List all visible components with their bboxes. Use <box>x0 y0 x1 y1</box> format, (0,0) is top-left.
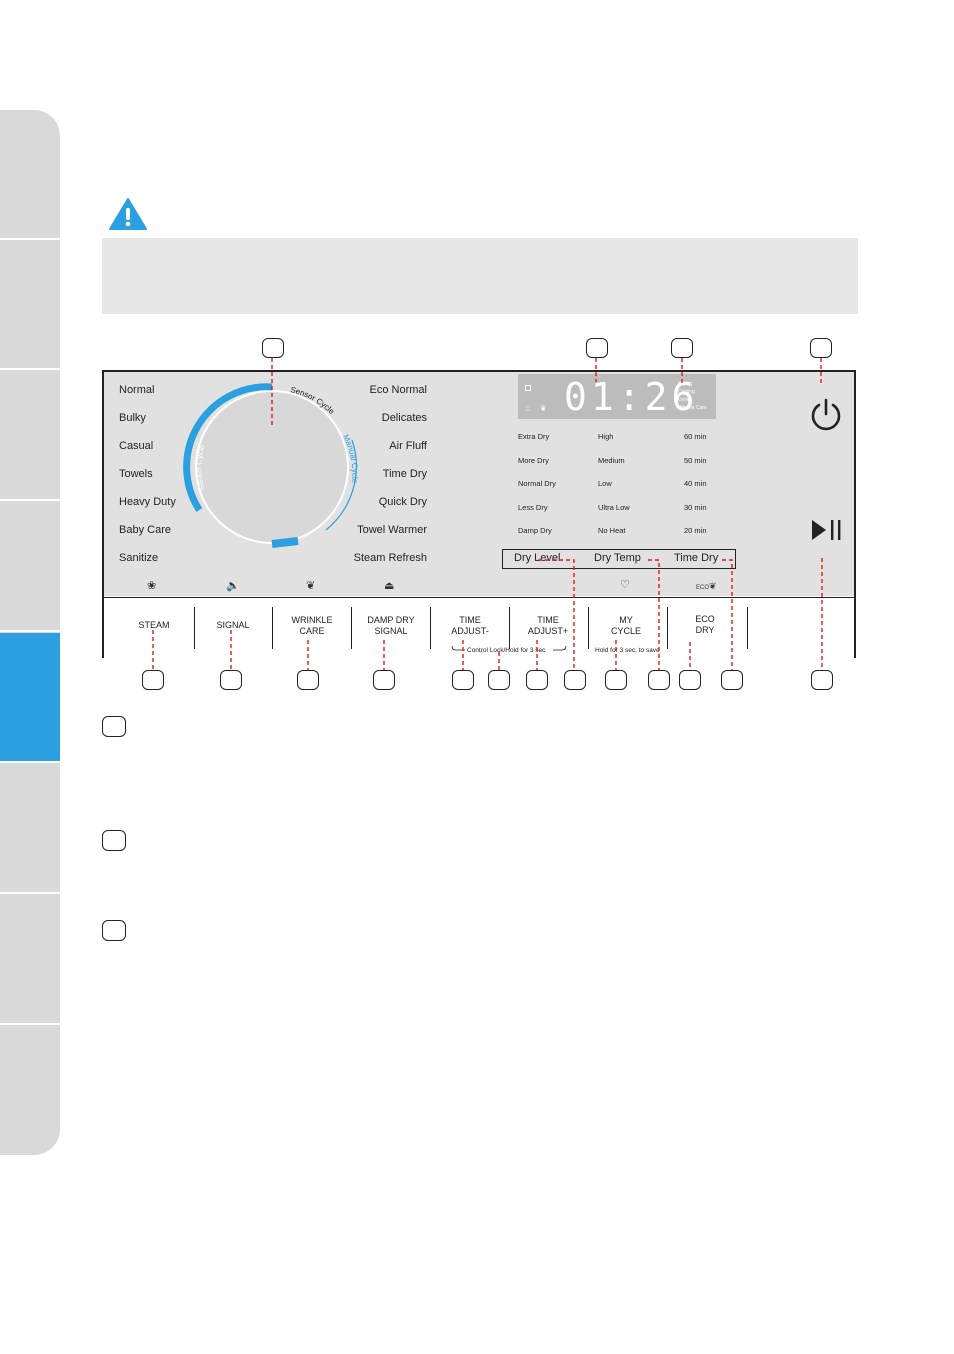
callout-box <box>297 670 319 690</box>
callout-box <box>373 670 395 690</box>
callout-box <box>648 670 670 690</box>
callout-box <box>262 338 284 358</box>
callout-box <box>811 670 833 690</box>
side-tab-6[interactable] <box>0 764 60 894</box>
callout-box <box>586 338 608 358</box>
side-tab-8[interactable] <box>0 1026 60 1155</box>
callout-box <box>810 338 832 358</box>
description-number-box <box>102 830 126 851</box>
callout-box <box>679 670 701 690</box>
callout-box <box>142 670 164 690</box>
callout-box <box>721 670 743 690</box>
callout-box <box>605 670 627 690</box>
description-number-box <box>102 716 126 737</box>
callout-box <box>452 670 474 690</box>
callout-box <box>220 670 242 690</box>
description-number-box <box>102 920 126 941</box>
callout-box <box>488 670 510 690</box>
callout-box <box>526 670 548 690</box>
callout-box <box>564 670 586 690</box>
callout-box <box>671 338 693 358</box>
side-tab-7[interactable] <box>0 895 60 1025</box>
